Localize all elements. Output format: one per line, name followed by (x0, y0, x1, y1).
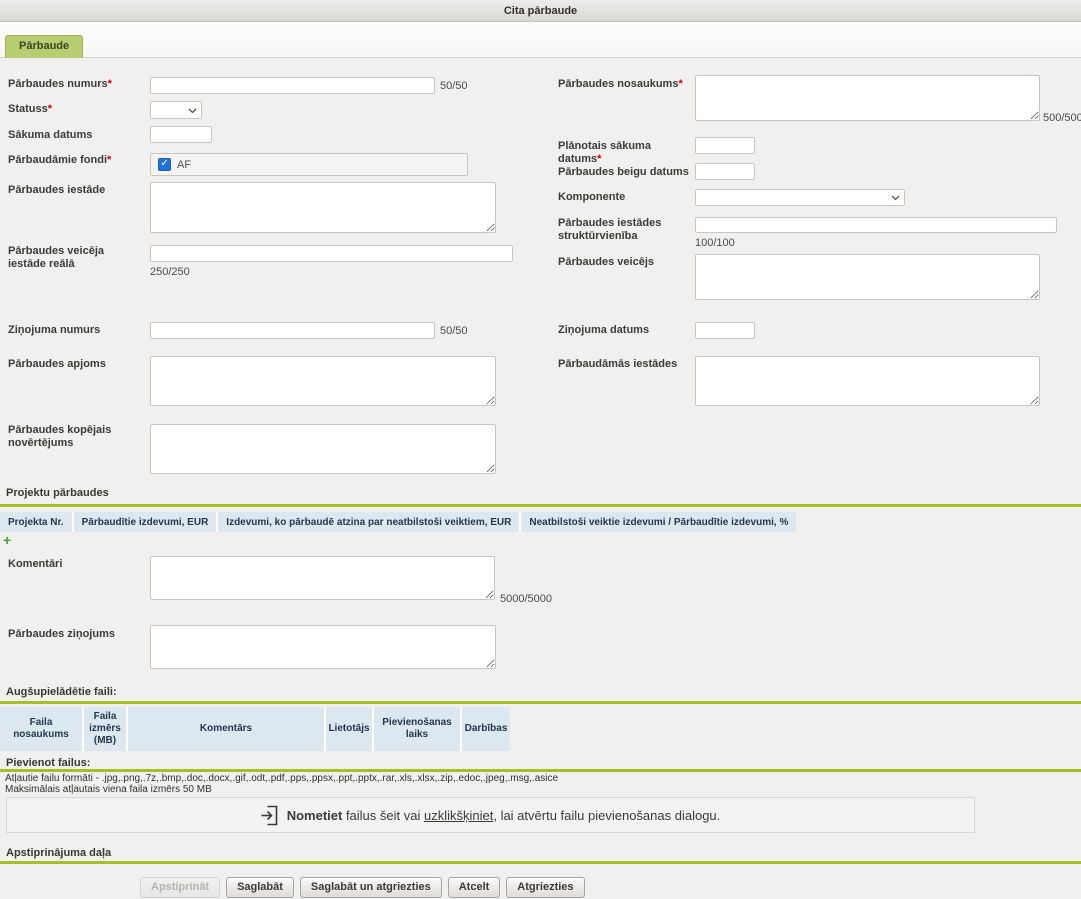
field-label: Pārbaudes ziņojums (8, 628, 146, 641)
column-header: Izdevumi, ko pārbaudē atzina par neatbil… (218, 512, 521, 532)
window-titlebar: Cita pārbaude (0, 0, 1081, 22)
parbaudes-kopejais-novertejums-textarea[interactable] (150, 424, 496, 474)
other-inspection-form-page: Cita pārbaude Pārbaude Pārbaudes numurs*… (0, 0, 1081, 899)
file-import-icon (261, 805, 278, 826)
field-label: Pārbaudes apjoms (8, 358, 146, 371)
column-header: Pievienošanas laiks (374, 707, 462, 751)
parbaudes-veiceja-iestade-reala-input[interactable] (150, 245, 513, 262)
approve-button[interactable]: Apstiprināt (140, 877, 220, 898)
section-divider (0, 701, 1081, 704)
af-checkbox[interactable] (158, 158, 171, 171)
field-label: Pārbaudes veicēja iestāde reālā (8, 245, 138, 271)
parbaudes-iestades-strukturvieniba-input[interactable] (695, 217, 1057, 233)
parbaudamas-iestades-textarea[interactable] (695, 356, 1040, 406)
required-marker: * (678, 78, 682, 90)
column-header: Neatbilstoši veiktie izdevumi / Pārbaudī… (521, 512, 796, 532)
parbaudes-iestade-textarea[interactable] (150, 182, 496, 233)
field-label: Pārbaudes veicējs (558, 256, 693, 269)
cancel-button[interactable]: Atcelt (448, 877, 501, 898)
add-project-row-icon[interactable]: + (3, 534, 11, 546)
projects-table-header: Projekta Nr. Pārbaudītie izdevumi, EUR I… (0, 512, 796, 532)
parbaudes-numurs-input[interactable] (150, 77, 435, 94)
planotais-sakuma-datums-input[interactable] (695, 137, 755, 154)
parbaudes-beigu-datums-input[interactable] (695, 163, 755, 180)
file-dropzone[interactable]: Nometiet failus šeit vai uzklikšķiniet, … (6, 797, 975, 833)
field-label: Pārbaudes kopējais novērtējums (8, 424, 138, 450)
column-header: Faila izmērs (MB) (84, 707, 128, 751)
required-marker: * (597, 153, 601, 165)
char-counter: 5000/5000 (500, 593, 552, 605)
return-button[interactable]: Atgriezties (506, 877, 584, 898)
field-label: Ziņojuma numurs (8, 324, 146, 337)
page-title: Cita pārbaude (504, 5, 577, 17)
komponente-select[interactable] (695, 189, 905, 206)
column-header: Pārbaudītie izdevumi, EUR (74, 512, 219, 532)
field-label: Pārbaudes nosaukums* (558, 78, 693, 91)
char-counter: 250/250 (150, 266, 190, 278)
section-divider (0, 769, 1081, 772)
column-header: Komentārs (128, 707, 326, 751)
field-label: Pārbaudes iestāde (8, 184, 146, 197)
field-label: Komentāri (8, 558, 146, 571)
char-counter: 100/100 (695, 237, 735, 249)
char-counter: 50/50 (440, 325, 468, 337)
open-file-dialog-link[interactable]: uzklikšķiniet (424, 808, 493, 823)
column-header: Faila nosaukums (0, 707, 84, 751)
statuss-select[interactable] (150, 101, 202, 119)
save-button[interactable]: Saglabāt (226, 877, 294, 898)
dropzone-text: Nometiet failus šeit vai uzklikšķiniet, … (287, 808, 721, 823)
field-label: Pārbaudāmās iestādes (558, 358, 693, 371)
parbaudes-nosaukums-textarea[interactable] (695, 75, 1040, 121)
char-counter: 50/50 (440, 80, 468, 92)
sakuma-datums-input[interactable] (150, 126, 212, 143)
field-label: Pārbaudes numurs* (8, 78, 146, 91)
zinojuma-datums-input[interactable] (695, 322, 755, 339)
section-divider (0, 861, 1081, 864)
field-label: Statuss* (8, 103, 146, 116)
column-header: Darbības (462, 707, 510, 751)
save-and-return-button[interactable]: Saglabāt un atgriezties (300, 877, 442, 898)
section-heading-augsupieladetie-faili: Augšupielādētie faili: (6, 686, 117, 698)
action-buttons: Apstiprināt Saglabāt Saglabāt un atgriez… (140, 877, 585, 898)
section-heading-projektu-parbaudes: Projektu pārbaudes (6, 487, 109, 499)
field-label: Komponente (558, 191, 693, 204)
field-label: Pārbaudāmie fondi* (8, 154, 146, 167)
files-table-header: Faila nosaukums Faila izmērs (MB) Koment… (0, 707, 510, 751)
chevron-down-icon (891, 195, 900, 201)
char-counter: 500/500 (1043, 112, 1081, 124)
chevron-down-icon (188, 108, 197, 114)
field-label: Sākuma datums (8, 129, 146, 142)
komentari-textarea[interactable] (150, 556, 495, 600)
required-marker: * (48, 103, 52, 115)
column-header: Lietotājs (326, 707, 374, 751)
field-label: Pārbaudes beigu datums (558, 166, 693, 179)
parbaudes-zinojums-textarea[interactable] (150, 625, 496, 669)
parbaudes-apjoms-textarea[interactable] (150, 356, 496, 406)
parbaudes-veicejs-textarea[interactable] (695, 254, 1040, 300)
required-marker: * (107, 154, 111, 166)
tab-parbaude[interactable]: Pārbaude (5, 35, 83, 58)
parbaudamie-fondi-group: AF (150, 153, 468, 176)
section-heading-apstiprinajuma-dala: Apstiprinājuma daļa (6, 847, 111, 859)
af-checkbox-label: AF (177, 159, 191, 171)
field-label: Ziņojuma datums (558, 324, 693, 337)
section-heading-pievienot-failus: Pievienot failus: (6, 757, 90, 769)
max-file-size-text: Maksimālais atļautais viena faila izmērs… (5, 784, 212, 796)
tab-strip (0, 22, 1081, 58)
zinojuma-numurs-input[interactable] (150, 322, 435, 339)
column-header: Projekta Nr. (0, 512, 74, 532)
field-label: Plānotais sākuma datums* (558, 140, 693, 166)
required-marker: * (108, 78, 112, 90)
tab-strip-divider (0, 57, 1081, 58)
field-label: Pārbaudes iestādes struktūrvienība (558, 217, 688, 243)
section-divider (0, 504, 1081, 507)
